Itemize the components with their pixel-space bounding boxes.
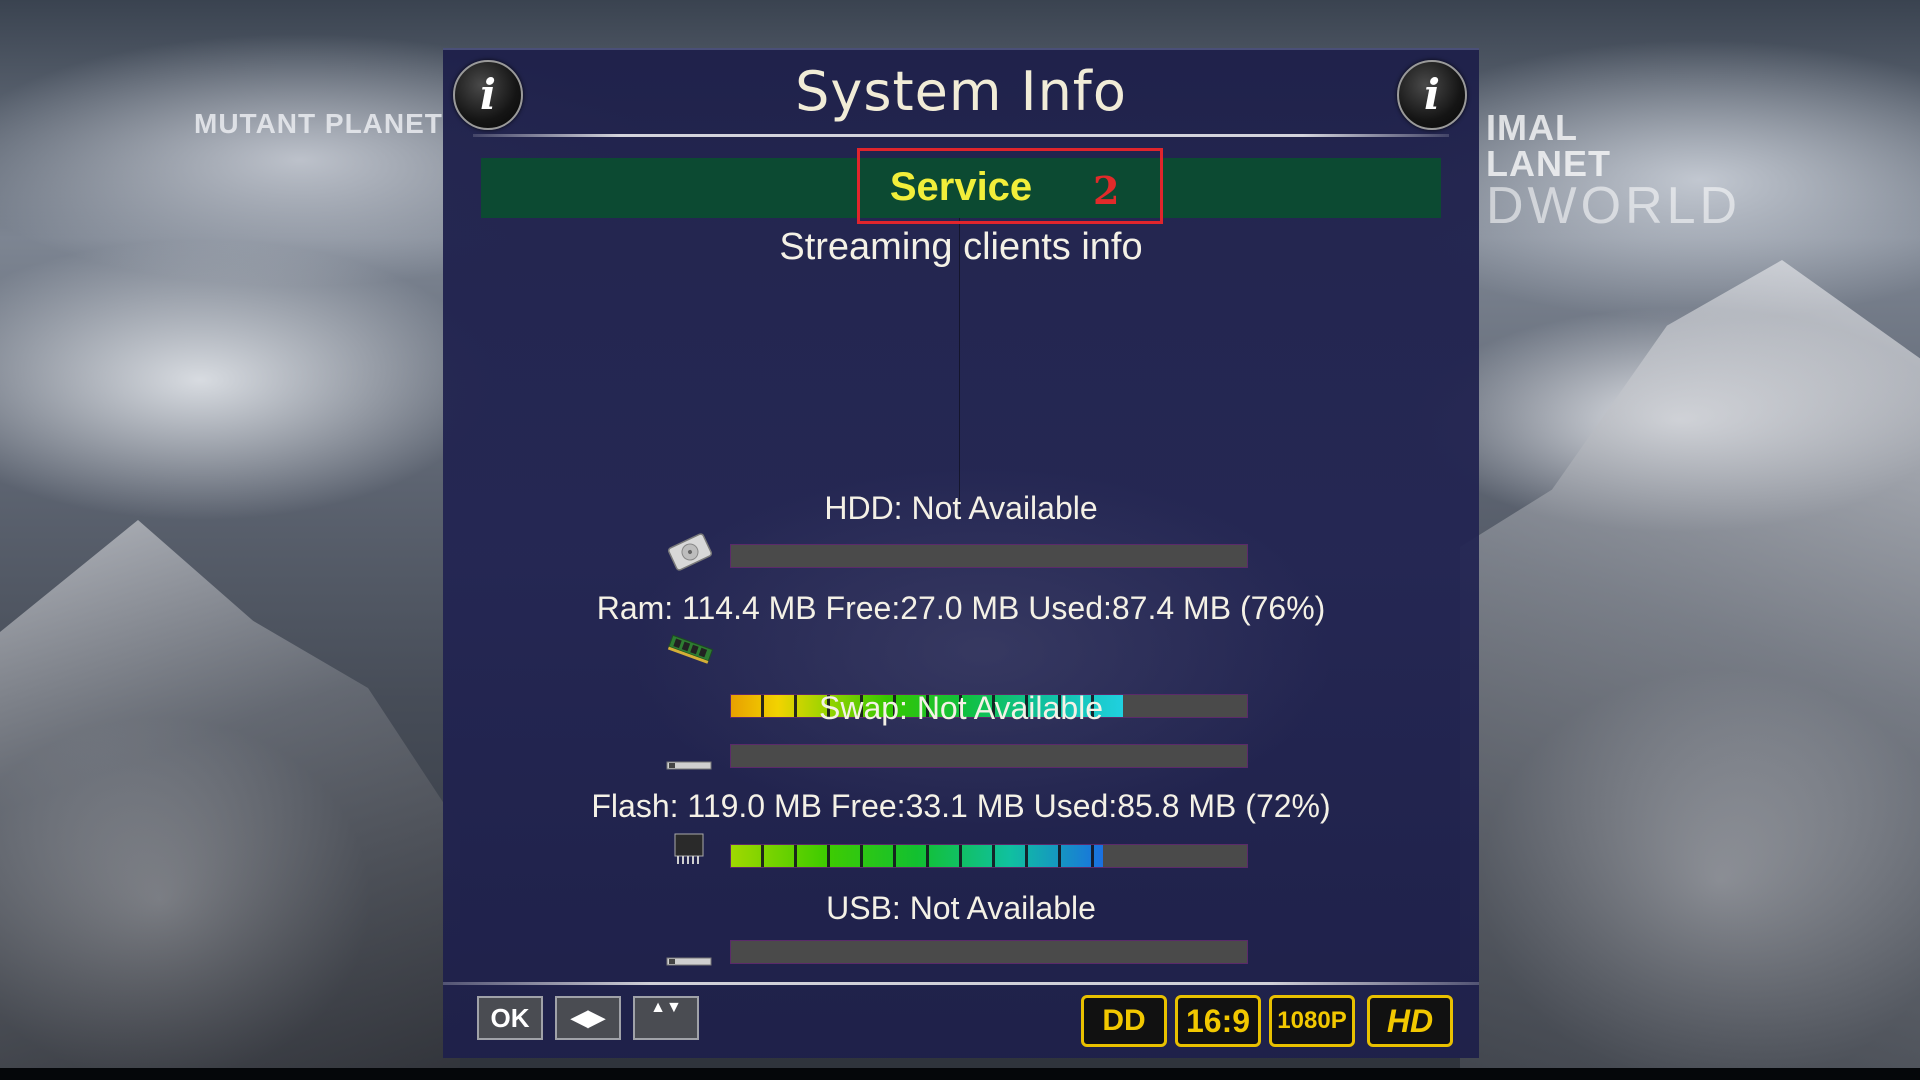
usb-icon xyxy=(666,957,712,966)
left-right-key-button[interactable]: ◀▶ xyxy=(555,996,621,1040)
channel-logo-left: MUTANT PLANET xyxy=(194,108,443,139)
info-icon: i xyxy=(1424,70,1440,119)
swap-icon xyxy=(666,761,712,770)
background-mountain-left xyxy=(0,520,460,1080)
usb-label: USB: Not Available xyxy=(826,890,1096,926)
dolby-digital-badge: DD xyxy=(1081,995,1167,1047)
usb-usage-bar xyxy=(730,940,1248,964)
hdd-usage-bar xyxy=(730,544,1248,568)
header-divider xyxy=(473,134,1449,137)
page-title: System Info xyxy=(795,60,1127,123)
hd-badge: HD xyxy=(1367,995,1453,1047)
section-subtitle: Streaming clients info xyxy=(779,226,1143,268)
flash-usage-fill xyxy=(731,845,1103,867)
resolution-badge: 1080P xyxy=(1269,995,1355,1047)
aspect-ratio-badge: 16:9 xyxy=(1175,995,1261,1047)
swap-usage-bar xyxy=(730,744,1248,768)
flash-chip-icon xyxy=(674,833,704,864)
footer-divider xyxy=(443,982,1479,985)
ok-key-button[interactable]: OK xyxy=(477,996,543,1040)
hdd-icon xyxy=(667,533,713,571)
hdd-label: HDD: Not Available xyxy=(824,490,1098,526)
info-button-right[interactable]: i xyxy=(1397,60,1467,130)
swap-label: Swap: Not Available xyxy=(818,690,1104,726)
screen-bottom-bar xyxy=(0,1068,1920,1080)
system-info-panel: i System Info i Service 2 Streaming clie… xyxy=(443,48,1479,1058)
flash-usage-bar xyxy=(730,844,1248,868)
up-down-key-button[interactable]: ▲▼ xyxy=(633,996,699,1040)
channel-logo-right: IMAL LANET xyxy=(1486,110,1611,182)
ram-icon xyxy=(667,634,714,664)
ram-label: Ram: 114.4 MB Free:27.0 MB Used:87.4 MB … xyxy=(596,590,1326,626)
channel-logo-right-line1: IMAL xyxy=(1486,107,1578,148)
channel-logo-right-line3: DWORLD xyxy=(1486,177,1742,235)
annotation-number: 2 xyxy=(1093,168,1120,213)
background-mountain-right xyxy=(1460,260,1920,1080)
panel-header: i System Info i xyxy=(443,50,1479,134)
flash-label: Flash: 119.0 MB Free:33.1 MB Used:85.8 M… xyxy=(591,788,1331,824)
